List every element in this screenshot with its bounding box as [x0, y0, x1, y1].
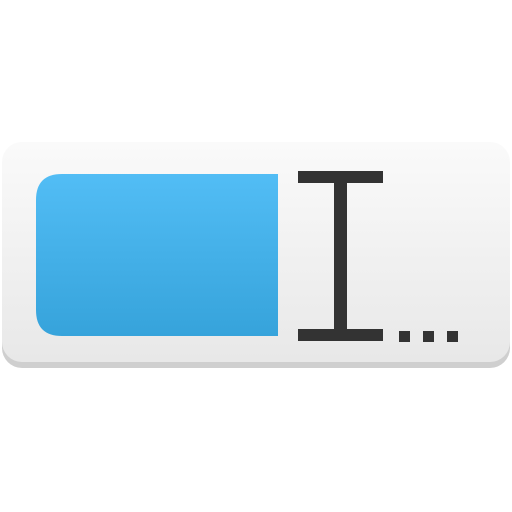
text-selection-highlight	[36, 174, 278, 336]
ellipsis-icon	[399, 331, 458, 342]
text-field-rename-icon	[2, 142, 510, 368]
icon-canvas	[0, 0, 512, 512]
